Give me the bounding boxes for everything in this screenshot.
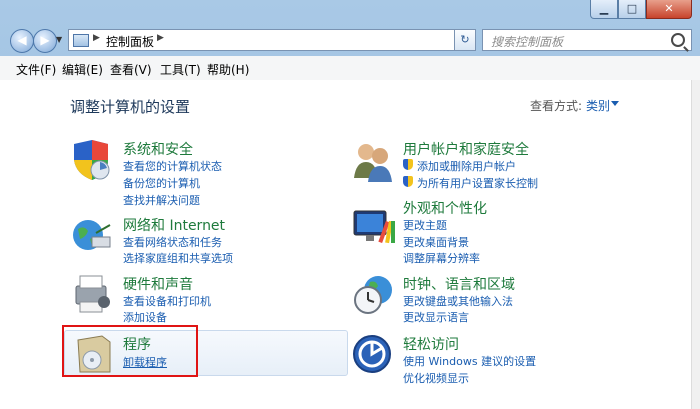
ease-of-access-icon[interactable] (352, 332, 396, 376)
view-by-label: 查看方式: (530, 99, 583, 113)
link-backup-computer[interactable]: 备份您的计算机 (123, 175, 200, 191)
link-display-language[interactable]: 更改显示语言 (403, 309, 469, 325)
link-add-device[interactable]: 添加设备 (123, 309, 167, 325)
history-dropdown-icon[interactable]: ▼ (56, 35, 62, 44)
menu-tools[interactable]: 工具(T) (160, 61, 201, 78)
link-recommended-settings[interactable]: 使用 Windows 建议的设置 (403, 353, 536, 369)
breadcrumb-separator[interactable]: ▶ (93, 33, 100, 43)
link-troubleshoot[interactable]: 查找并解决问题 (123, 192, 200, 208)
link-devices-printers[interactable]: 查看设备和打印机 (123, 293, 211, 309)
address-bar[interactable]: ▶ 控制面板 ▶ ▼ (68, 29, 472, 51)
link-add-remove-users[interactable]: 添加或删除用户帐户 (417, 158, 516, 174)
link-parental-controls[interactable]: 为所有用户设置家长控制 (417, 175, 538, 191)
link-homegroup[interactable]: 选择家庭组和共享选项 (123, 250, 233, 266)
view-by-caret-icon[interactable] (611, 101, 619, 106)
minimize-button[interactable]: ▁ (590, 0, 618, 19)
network-globe-icon[interactable] (70, 213, 114, 257)
link-keyboard-input[interactable]: 更改键盘或其他输入法 (403, 293, 513, 309)
category-title-ease-of-access[interactable]: 轻松访问 (403, 334, 459, 354)
maximize-button[interactable]: □ (618, 0, 646, 19)
uac-shield-icon (403, 176, 413, 187)
menu-view[interactable]: 查看(V) (110, 61, 152, 78)
search-icon[interactable] (671, 33, 685, 47)
category-title-system-security[interactable]: 系统和安全 (123, 139, 193, 159)
category-title-clock-region[interactable]: 时钟、语言和区域 (403, 274, 515, 294)
menu-bar: 文件(F) 编辑(E) 查看(V) 工具(T) 帮助(H) (0, 56, 700, 81)
menu-edit[interactable]: 编辑(E) (62, 61, 103, 78)
content-area: 调整计算机的设置 查看方式: 类别 系统和安全 查看您的计算机状态 备份您的计算… (0, 80, 692, 409)
category-title-appearance[interactable]: 外观和个性化 (403, 198, 487, 218)
refresh-button[interactable]: ↻ (454, 29, 476, 51)
link-optimize-display[interactable]: 优化视频显示 (403, 370, 469, 386)
menu-help[interactable]: 帮助(H) (207, 61, 249, 78)
breadcrumb-separator[interactable]: ▶ (157, 33, 164, 43)
view-by-dropdown[interactable]: 类别 (586, 97, 610, 114)
category-title-hardware[interactable]: 硬件和声音 (123, 274, 193, 294)
address-row: ◀ ▶ ▼ ▶ 控制面板 ▶ ▼ ↻ 搜索控制面板 (0, 24, 700, 56)
window-controls: ▁ □ ✕ (590, 0, 692, 20)
link-screen-resolution[interactable]: 调整屏幕分辨率 (403, 250, 480, 266)
breadcrumb-control-panel[interactable]: 控制面板 (106, 33, 154, 50)
link-network-status[interactable]: 查看网络状态和任务 (123, 234, 222, 250)
page-title: 调整计算机的设置 (70, 98, 191, 116)
search-input[interactable]: 搜索控制面板 (482, 29, 692, 51)
hardware-printer-icon[interactable] (70, 272, 114, 316)
link-view-computer-status[interactable]: 查看您的计算机状态 (123, 158, 222, 174)
link-desktop-background[interactable]: 更改桌面背景 (403, 234, 469, 250)
scrollbar[interactable] (691, 80, 700, 409)
highlight-box (62, 325, 198, 377)
back-button[interactable]: ◀ (10, 29, 34, 53)
clock-language-icon[interactable] (352, 272, 396, 316)
menu-file[interactable]: 文件(F) (16, 61, 56, 78)
appearance-monitor-icon[interactable] (352, 205, 396, 249)
category-title-users[interactable]: 用户帐户和家庭安全 (403, 139, 529, 159)
uac-shield-icon (403, 159, 413, 170)
system-security-shield-icon[interactable] (70, 138, 114, 182)
users-icon[interactable] (352, 138, 396, 182)
control-panel-icon (73, 34, 89, 47)
link-change-theme[interactable]: 更改主题 (403, 217, 447, 233)
title-bar: ▁ □ ✕ (0, 0, 700, 24)
category-title-network[interactable]: 网络和 Internet (123, 215, 225, 235)
search-placeholder: 搜索控制面板 (491, 35, 564, 49)
forward-button[interactable]: ▶ (33, 29, 57, 53)
close-button[interactable]: ✕ (646, 0, 692, 19)
